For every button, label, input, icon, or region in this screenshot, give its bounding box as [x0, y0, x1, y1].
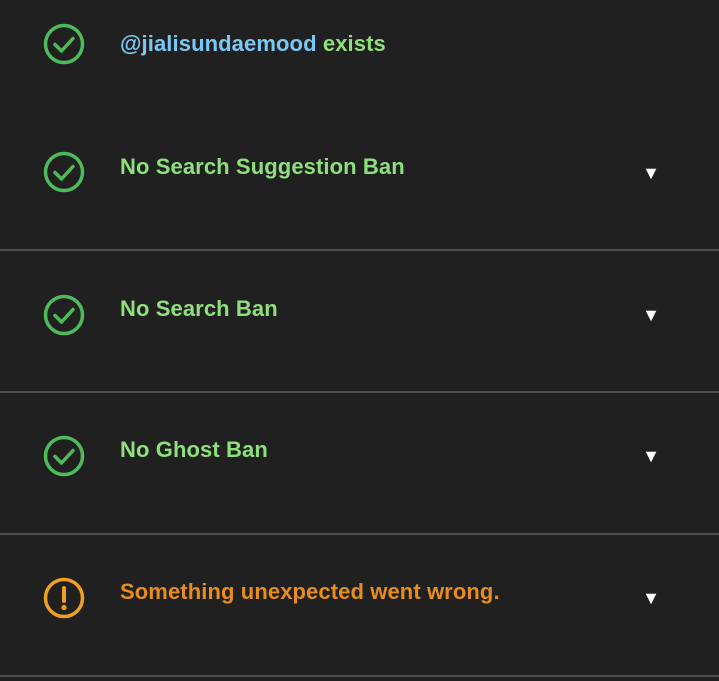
- search-suggestion-ban-label: No Search Suggestion Ban: [120, 154, 405, 179]
- result-search-suggestion-ban[interactable]: No Search Suggestion Ban ▼: [0, 100, 719, 251]
- result-search-ban[interactable]: No Search Ban ▼: [0, 251, 719, 393]
- result-ghost-ban[interactable]: No Ghost Ban ▼: [0, 393, 719, 535]
- expand-toggle-icon[interactable]: ▼: [640, 304, 662, 326]
- result-reply-deboosting[interactable]: Something unexpected went wrong. ▼: [0, 535, 719, 677]
- check-circle-icon: [42, 434, 86, 478]
- expand-toggle-icon[interactable]: ▼: [640, 587, 662, 609]
- expand-toggle-icon[interactable]: ▼: [640, 445, 662, 467]
- exists-text: exists: [322, 31, 386, 56]
- result-account-exists: @jialisundaemood exists: [0, 0, 719, 100]
- expand-toggle-icon[interactable]: ▼: [640, 162, 662, 184]
- shadowban-results: @jialisundaemood exists No Search Sugges…: [0, 0, 719, 681]
- username-link[interactable]: @jialisundaemood: [120, 31, 317, 56]
- ghost-ban-label: No Ghost Ban: [120, 437, 268, 462]
- account-status-label: @jialisundaemood exists: [120, 31, 386, 57]
- check-circle-icon: [42, 150, 86, 194]
- error-message-label: Something unexpected went wrong.: [120, 579, 500, 604]
- exclamation-circle-icon: [42, 576, 86, 620]
- check-circle-icon: [42, 293, 86, 337]
- search-ban-label: No Search Ban: [120, 296, 278, 321]
- check-circle-icon: [42, 22, 86, 66]
